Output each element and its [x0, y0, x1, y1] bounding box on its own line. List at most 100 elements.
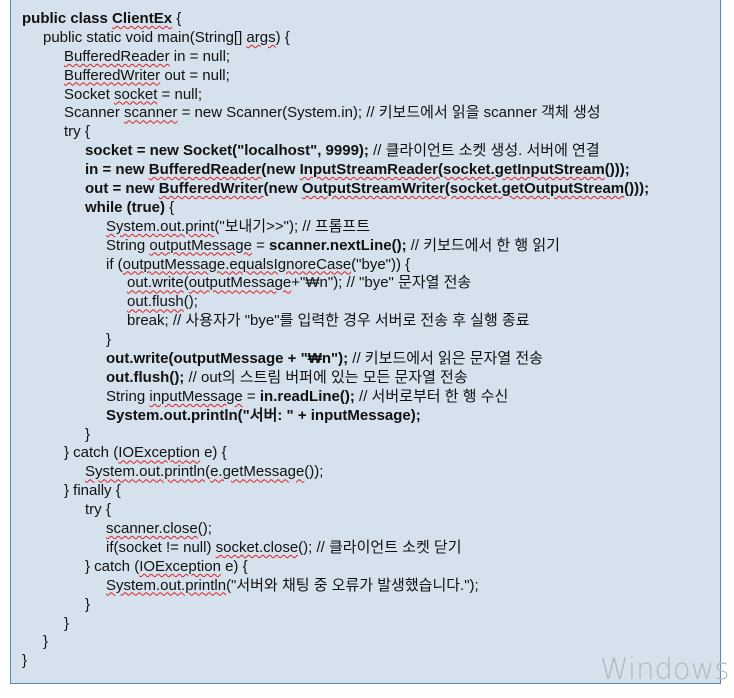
code-line: out = new BufferedWriter(new OutputStrea…	[22, 180, 649, 199]
spellcheck-flagged-token: BufferedReader	[64, 47, 170, 65]
code-token: ();	[183, 293, 198, 311]
code-token: (new	[263, 180, 302, 198]
code-token: }	[85, 425, 91, 443]
spellcheck-flagged-token: out.flush	[127, 293, 184, 311]
code-line: System.out.print("보내기>>"); // 프롬프트	[22, 218, 649, 237]
code-token: ("보내기>>"); // 프롬프트	[214, 217, 370, 235]
spellcheck-flagged-token: System.out.println	[106, 576, 227, 594]
code-token: out = new	[85, 180, 159, 198]
code-line: Scanner scanner = new Scanner(System.in)…	[22, 104, 649, 123]
code-line: if (outputMessage.equalsIgnoreCase("bye"…	[22, 256, 649, 275]
code-token: =	[242, 387, 260, 405]
code-line: } catch (IOException e) {	[22, 558, 649, 577]
code-token: try {	[64, 123, 90, 141]
code-token: }	[22, 652, 28, 670]
spellcheck-flagged-token: scanner.close	[106, 520, 198, 538]
code-token: // 키보드에서 한 행 읽기	[406, 236, 560, 254]
code-line: try {	[22, 123, 649, 142]
code-token: Socket	[64, 85, 115, 103]
code-token: // 키보드에서 읽은 문자열 전송	[348, 350, 543, 368]
code-token: } finally {	[64, 482, 121, 500]
spellcheck-flagged-token: BufferedWriter	[158, 180, 264, 198]
spellcheck-flagged-token: inputMessage	[149, 387, 243, 405]
code-token: {	[172, 10, 182, 27]
spellcheck-flagged-token: BufferedReader	[148, 161, 262, 179]
code-token: in = null;	[169, 47, 231, 65]
code-line: out.flush();	[22, 293, 649, 312]
spellcheck-flagged-token: socket.close	[215, 538, 299, 556]
code-listing: public class ClientEx {public static voi…	[22, 10, 649, 671]
spellcheck-flagged-token: e.getMessage	[210, 463, 305, 481]
code-line: Socket socket = null;	[22, 86, 649, 105]
code-token: } catch (	[85, 557, 140, 575]
code-token: out.write(outputMessage + "₩n");	[106, 350, 349, 368]
spellcheck-flagged-token: scanner	[124, 104, 178, 122]
code-token: = null;	[157, 85, 203, 103]
code-line: out.flush(); // out의 스트림 버퍼에 있는 모든 문자열 전…	[22, 369, 649, 388]
spellcheck-flagged-token: System.out.print	[106, 217, 215, 235]
code-token: (); // 클라이언트 소켓 닫기	[298, 538, 462, 556]
code-token: {	[165, 198, 175, 216]
code-token: public class	[22, 10, 113, 27]
spellcheck-flagged-token: OutputStreamWriter(socket.getOutputStrea…	[301, 180, 625, 198]
code-token: }	[43, 633, 49, 651]
code-token: e) {	[199, 444, 227, 462]
spellcheck-flagged-token: IOException	[118, 444, 200, 462]
code-token: e) {	[220, 557, 248, 575]
code-token: if (	[106, 255, 123, 273]
spellcheck-flagged-token: System.out.println	[85, 463, 206, 481]
code-token: =	[251, 236, 270, 254]
spellcheck-flagged-token: outputMessage.equalsIgnoreCase	[122, 255, 352, 273]
code-line: scanner.close();	[22, 520, 649, 539]
code-line: socket = new Socket("localhost", 9999); …	[22, 142, 649, 161]
spellcheck-flagged-token: IOException	[139, 557, 221, 575]
code-line: out.write(outputMessage+"₩n"); // "bye" …	[22, 274, 649, 293]
code-line: public class ClientEx {	[22, 10, 649, 29]
code-token: +"₩n"); // "bye" 문자열 전송	[291, 274, 472, 292]
code-line: }	[22, 633, 649, 652]
code-line: if(socket != null) socket.close(); // 클라…	[22, 539, 649, 558]
windows-activation-watermark: Windows	[600, 652, 730, 686]
code-token: try {	[85, 501, 111, 519]
code-token: while (true)	[85, 198, 166, 216]
code-line: try {	[22, 501, 649, 520]
code-token: socket = new Socket("localhost", 9999);	[85, 142, 369, 160]
code-line: }	[22, 615, 649, 634]
code-line: break; // 사용자가 "bye"를 입력한 경우 서버로 전송 후 실행…	[22, 312, 649, 331]
code-token: ) {	[275, 28, 290, 46]
code-line: String inputMessage = in.readLine(); // …	[22, 388, 649, 407]
code-line: System.out.println("서버: " + inputMessage…	[22, 407, 649, 426]
code-line: in = new BufferedReader(new InputStreamR…	[22, 161, 649, 180]
code-line: BufferedReader in = null;	[22, 48, 649, 67]
code-token: public static void main(String[]	[43, 28, 247, 46]
code-token: ()));	[604, 161, 630, 179]
code-token: ("bye")) {	[351, 255, 411, 273]
spellcheck-flagged-token: InputStreamReader(socket.getInputStream	[299, 161, 605, 179]
spellcheck-flagged-token: args	[246, 28, 276, 46]
code-token: ());	[304, 463, 324, 481]
code-token: out.flush();	[106, 368, 185, 386]
spellcheck-flagged-token: out.write	[127, 274, 184, 292]
code-line: } catch (IOException e) {	[22, 444, 649, 463]
code-line: BufferedWriter out = null;	[22, 67, 649, 86]
code-line: } finally {	[22, 482, 649, 501]
code-line: System.out.println(e.getMessage());	[22, 463, 649, 482]
code-token: scanner.nextLine();	[269, 236, 407, 254]
code-token: = new Scanner(System.in); // 키보드에서 읽을 sc…	[177, 104, 601, 122]
spellcheck-flagged-token: BufferedWriter	[64, 66, 161, 84]
code-line: String outputMessage = scanner.nextLine(…	[22, 237, 649, 256]
code-token: ()));	[624, 180, 650, 198]
spellcheck-flagged-token: socket	[114, 85, 158, 103]
code-token: }	[64, 614, 70, 632]
code-token: String	[106, 387, 150, 405]
code-token: }	[106, 331, 112, 349]
code-token: } catch (	[64, 444, 119, 462]
code-token: String	[106, 236, 150, 254]
code-token: in = new	[85, 161, 149, 179]
code-line: }	[22, 596, 649, 615]
code-token: // 서버로부터 한 행 수신	[354, 387, 509, 405]
code-line: }	[22, 331, 649, 350]
code-token: in.readLine();	[259, 387, 355, 405]
code-line: System.out.println("서버와 채팅 중 오류가 발생했습니다.…	[22, 577, 649, 596]
code-token: Scanner	[64, 104, 125, 122]
